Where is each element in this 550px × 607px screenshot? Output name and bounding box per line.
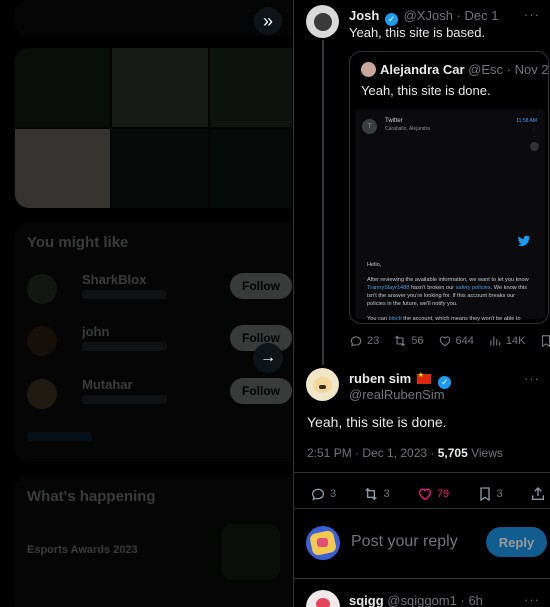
email-sender-avatar: T bbox=[362, 119, 377, 134]
repost-icon bbox=[363, 486, 379, 502]
thread-connector bbox=[322, 40, 324, 365]
views-count: 5,705 bbox=[437, 446, 468, 460]
email-to: Caraballo, Alejandra bbox=[385, 126, 431, 132]
author-name[interactable]: sqigg bbox=[349, 593, 384, 607]
repost-count: 56 bbox=[411, 335, 424, 347]
reply-count: 3 bbox=[330, 488, 337, 500]
author-name[interactable]: ruben sim bbox=[349, 371, 411, 386]
china-flag-icon bbox=[416, 371, 431, 384]
email-body: Hello, After reviewing the available inf… bbox=[367, 261, 532, 323]
email-gear-icon bbox=[530, 142, 539, 151]
avatar-ruben[interactable] bbox=[306, 368, 339, 401]
tweet-header: Josh ✓ @XJosh · Dec 1 bbox=[349, 8, 498, 26]
left-sidebar: You might like SharkBlox Follow john Fol… bbox=[0, 0, 292, 607]
author-handle[interactable]: @realRubenSim bbox=[349, 387, 445, 402]
reply-count: 23 bbox=[367, 335, 380, 347]
avatar-josh[interactable] bbox=[306, 5, 339, 38]
tweet-text: Yeah, this site is done. bbox=[307, 414, 447, 430]
reply-icon bbox=[310, 486, 326, 502]
tweet-actions: 23 56 644 14K bbox=[349, 334, 550, 348]
reply-button[interactable]: 23 bbox=[349, 334, 379, 348]
bookmark-icon bbox=[477, 486, 493, 502]
email-paragraph: After reviewing the available informatio… bbox=[367, 277, 529, 307]
reply-submit-button[interactable]: Reply bbox=[486, 527, 547, 557]
reply-icon bbox=[349, 334, 363, 348]
tweet-actions: 3 3 79 3 bbox=[310, 486, 546, 502]
repost-icon bbox=[393, 334, 407, 348]
like-button[interactable]: 644 bbox=[438, 334, 474, 348]
repost-count: 3 bbox=[383, 488, 390, 500]
bookmark-count: 3 bbox=[496, 488, 503, 500]
bookmark-button[interactable] bbox=[539, 334, 550, 348]
views-button[interactable]: 14K bbox=[488, 334, 526, 348]
author-handle[interactable]: @XJosh bbox=[404, 8, 453, 23]
reply-input[interactable]: Post your reply bbox=[351, 533, 458, 551]
like-count: 644 bbox=[455, 335, 474, 347]
repost-button[interactable]: 3 bbox=[363, 486, 390, 502]
quoted-tweet[interactable]: Alejandra Car @Esc · Nov 27 Yeah, this s… bbox=[349, 51, 549, 324]
tweet-timestamp[interactable]: 2:51 PM · Dec 1, 2023 · bbox=[307, 446, 438, 460]
avatar-sqigg[interactable] bbox=[306, 590, 340, 607]
avatar bbox=[361, 62, 376, 77]
tweet-header: sqigg @sqiggom1 · 6h bbox=[349, 593, 483, 607]
share-icon bbox=[530, 486, 546, 502]
quote-author-handle: @Esc bbox=[468, 62, 504, 77]
email-greeting: Hello, bbox=[367, 262, 382, 268]
author-handle[interactable]: @sqiggom1 bbox=[387, 593, 457, 607]
quote-date: · Nov 27 bbox=[506, 62, 548, 77]
expand-button[interactable]: » bbox=[254, 7, 282, 35]
reply-button[interactable]: 3 bbox=[310, 486, 336, 502]
email-screenshot[interactable]: T Twitter Caraballo, Alejandra 11:58 AM … bbox=[355, 109, 545, 322]
quote-text: Yeah, this site is done. bbox=[361, 83, 491, 98]
next-button[interactable]: → bbox=[253, 343, 283, 373]
views-count: 14K bbox=[505, 335, 526, 347]
email-link: block bbox=[388, 316, 402, 322]
like-button[interactable]: 79 bbox=[417, 486, 449, 502]
author-name[interactable]: Josh bbox=[349, 8, 379, 23]
repost-button[interactable]: 56 bbox=[393, 334, 424, 348]
email-paragraph: You can block the account, which means t… bbox=[367, 316, 521, 322]
bookmark-button[interactable]: 3 bbox=[477, 486, 503, 502]
thread-pane: Josh ✓ @XJosh · Dec 1 ··· Yeah, this sit… bbox=[293, 0, 550, 607]
views-label: Views bbox=[467, 446, 503, 460]
bookmark-icon bbox=[539, 334, 550, 348]
tweet-date[interactable]: · 6h bbox=[461, 593, 483, 607]
heart-icon bbox=[417, 486, 433, 502]
tweet-date[interactable]: · Dec 1 bbox=[457, 8, 499, 23]
twitter-bird-icon bbox=[517, 234, 533, 250]
analytics-icon bbox=[488, 334, 502, 348]
email-from: Twitter bbox=[385, 118, 403, 124]
more-options-icon[interactable]: ··· bbox=[524, 371, 540, 386]
heart-icon bbox=[438, 334, 452, 348]
like-count: 79 bbox=[436, 488, 450, 500]
divider bbox=[294, 508, 550, 509]
arrow-right-icon: → bbox=[260, 349, 276, 366]
more-options-icon[interactable]: ··· bbox=[524, 7, 540, 22]
tweet-text: Yeah, this site is based. bbox=[349, 25, 486, 40]
tweet-meta: 2:51 PM · Dec 1, 2023 · 5,705 Views bbox=[307, 446, 503, 460]
email-time: 11:58 AM bbox=[516, 118, 537, 124]
share-button[interactable] bbox=[530, 486, 546, 502]
divider bbox=[294, 578, 550, 579]
email-link: safety policies bbox=[455, 285, 491, 291]
double-chevron-right-icon: » bbox=[262, 10, 273, 31]
quote-header: Alejandra Car @Esc · Nov 27 bbox=[380, 62, 548, 77]
avatar-current-user[interactable] bbox=[306, 526, 340, 560]
email-link: TrannySlayr1488 bbox=[367, 285, 410, 291]
more-options-icon[interactable]: ··· bbox=[524, 592, 540, 607]
quote-author-name: Alejandra Car bbox=[380, 62, 465, 77]
divider bbox=[294, 472, 550, 473]
modal-overlay[interactable] bbox=[0, 0, 292, 607]
